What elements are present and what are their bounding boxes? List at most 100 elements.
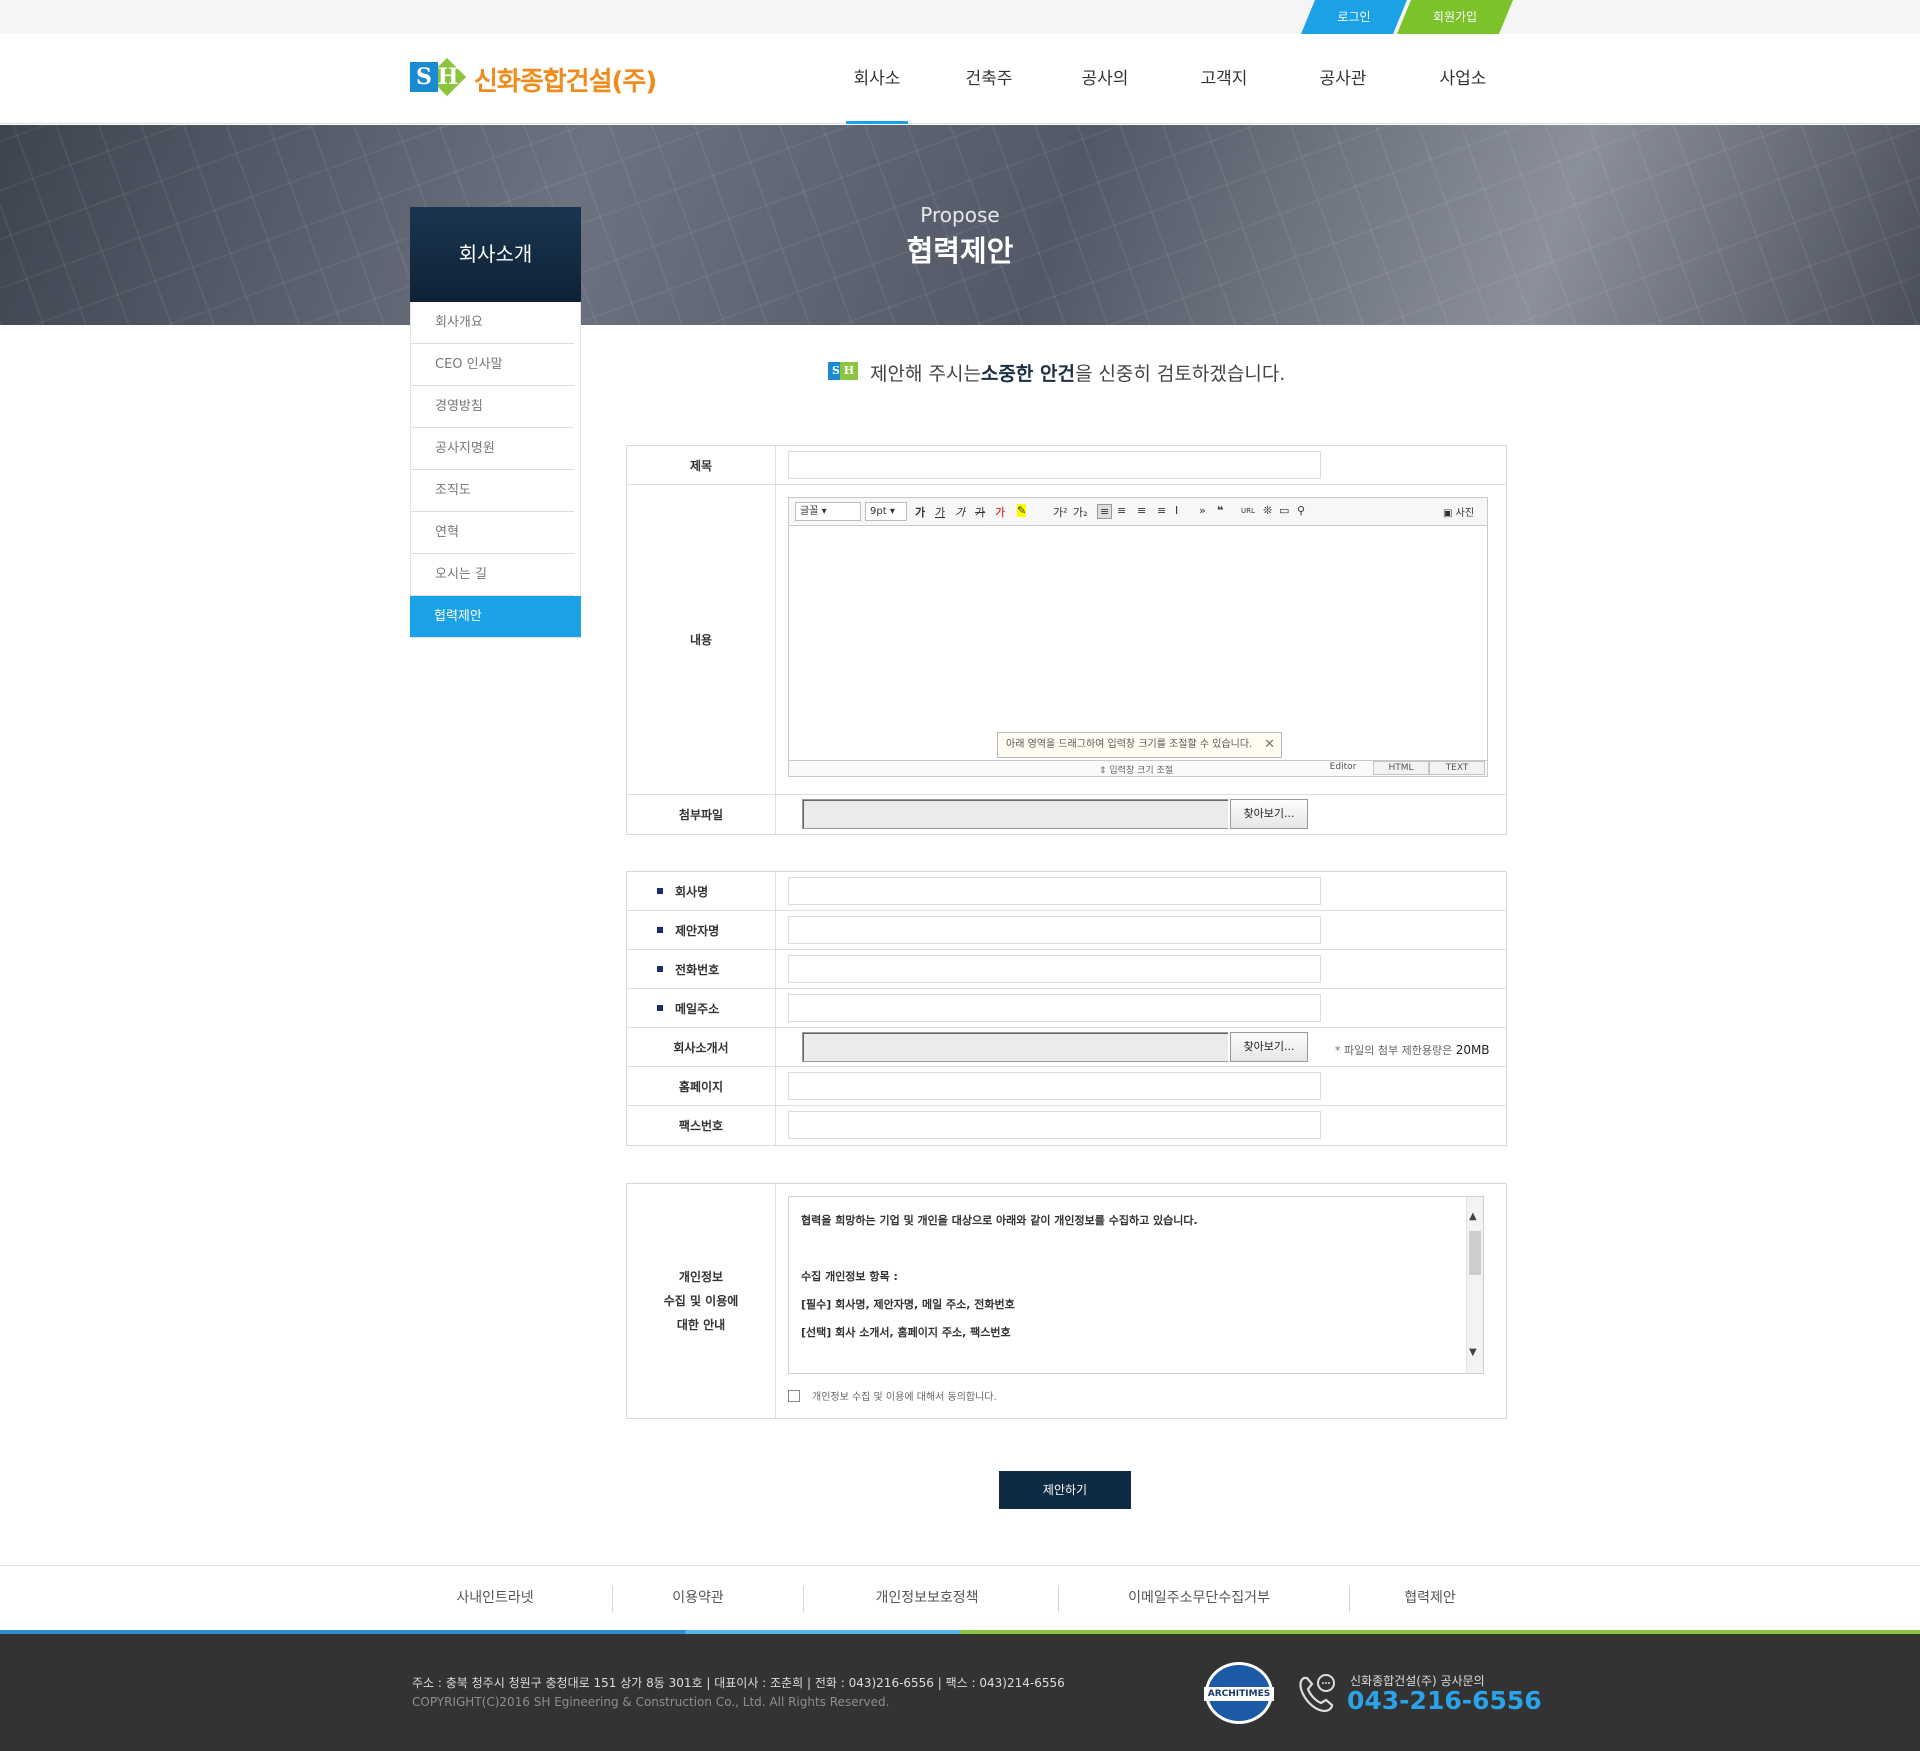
content-label: 내용 <box>627 485 776 794</box>
proposer-input[interactable] <box>788 916 1321 944</box>
title-input[interactable] <box>788 451 1321 479</box>
privacy-agree-checkbox[interactable] <box>788 1389 800 1402</box>
nav-business[interactable]: 사업소개 <box>1432 34 1494 179</box>
special-char-icon[interactable]: ❊ <box>1263 504 1272 517</box>
privacy-scrollbar[interactable]: ▲ ▼ <box>1466 1197 1483 1373</box>
email-input[interactable] <box>788 994 1321 1022</box>
attach-file-input[interactable] <box>802 799 1228 829</box>
site-footer <box>0 1634 1920 1751</box>
phone-icon <box>1294 1670 1340 1716</box>
top-utility-bar <box>0 0 1920 34</box>
align-right-icon[interactable]: ≡ <box>1137 504 1146 517</box>
banner-subtitle: Propose <box>920 203 1000 227</box>
privacy-agree[interactable]: 개인정보 수집 및 이용에 대해서 동의합니다. <box>788 1388 997 1403</box>
resize-tooltip: 아래 영역을 드래그하여 입력창 크기를 조절할 수 있습니다. ✕ <box>997 732 1282 758</box>
fax-label: 팩스번호 <box>627 1106 776 1145</box>
logo-text: 신화종합건설(주) <box>474 66 657 97</box>
privacy-text-box[interactable]: 협력을 희망하는 기업 및 개인을 대상으로 아래와 같이 개인정보를 수집하고… <box>788 1196 1484 1374</box>
footer-link-intranet[interactable]: 사내인트라넷 <box>440 1566 550 1630</box>
company-input[interactable] <box>788 877 1321 905</box>
footer-links: 사내인트라넷 이용약관 개인정보보호정책 이메일주소무단수집거부 협력제안 <box>0 1565 1920 1632</box>
bold-icon[interactable]: 가 <box>915 504 925 520</box>
intro-doc-browse-button[interactable]: 찾아보기... <box>1230 1032 1308 1062</box>
footer-copyright: COPYRIGHT(C)2016 SH Egineering & Constru… <box>412 1695 890 1709</box>
sidebar-item-proposal[interactable]: 협력제안 <box>410 596 581 637</box>
align-left-icon[interactable]: ≡ <box>1097 504 1113 519</box>
strike-icon[interactable]: 가 <box>975 504 985 520</box>
link-icon[interactable]: URL <box>1241 507 1255 515</box>
intro-doc-label: 회사소개서 <box>627 1028 776 1066</box>
privacy-agree-label: 개인정보 수집 및 이용에 대해서 동의합니다. <box>812 1392 997 1403</box>
resize-handle[interactable]: ⇕ 입력창 크기 조절 Editor HTML TEXT <box>789 760 1487 776</box>
cs-phone-number: 043-216-6556 <box>1347 1686 1542 1715</box>
font-family-select[interactable]: 글꼴 ▾ <box>795 502 861 521</box>
attach-browse-button[interactable]: 찾아보기... <box>1230 799 1308 829</box>
line-height-icon[interactable]: I <box>1175 504 1178 517</box>
homepage-input[interactable] <box>788 1072 1321 1100</box>
align-justify-icon[interactable]: ≡ <box>1157 504 1166 517</box>
mode-editor[interactable]: Editor <box>1315 761 1371 775</box>
intro-message: SH 제안해 주시는 소중한 안건 을 신중히 검토하겠습니다. <box>828 358 1285 386</box>
table-icon[interactable]: ▭ <box>1279 504 1289 517</box>
proposal-form-contact: 회사명 제안자명 전화번호 메일주소 회사소개서 찾아보기... * 파일의 첨… <box>626 871 1507 1146</box>
editor-toolbar: 글꼴 ▾ 9pt ▾ 가 가 가 가 가 ✎ 가² 가₂ ≡ ≡ ≡ ≡ I »… <box>789 498 1487 526</box>
proposal-form-main: 제목 내용 글꼴 ▾ 9pt ▾ 가 가 가 가 가 ✎ 가² 가₂ ≡ ≡ ≡… <box>626 445 1507 835</box>
font-color-icon[interactable]: 가 <box>995 504 1005 520</box>
phone-label: 전화번호 <box>627 950 776 988</box>
nav-management[interactable]: 공사관리 <box>1312 34 1374 179</box>
highlight-icon[interactable]: ✎ <box>1017 504 1027 517</box>
mode-text[interactable]: TEXT <box>1429 761 1485 775</box>
sidebar-item-organization[interactable]: 조직도 <box>411 470 574 512</box>
font-size-select[interactable]: 9pt ▾ <box>865 502 907 521</box>
sidebar-item-designation[interactable]: 공사지명원 <box>411 428 574 470</box>
photo-button[interactable]: ▣ 사진 <box>1443 504 1474 519</box>
find-icon[interactable]: ⚲ <box>1297 504 1305 517</box>
logo-mark-icon: S H <box>410 56 470 102</box>
align-center-icon[interactable]: ≡ <box>1117 504 1126 517</box>
proposer-label: 제안자명 <box>627 911 776 949</box>
intro-doc-file-input[interactable] <box>802 1032 1228 1062</box>
nav-support[interactable]: 고객지원 <box>1193 34 1255 179</box>
privacy-section: 개인정보 수집 및 이용에 대한 안내 협력을 희망하는 기업 및 개인을 대상… <box>626 1183 1507 1419</box>
close-icon[interactable]: ✕ <box>1264 733 1275 757</box>
homepage-label: 홈페이지 <box>627 1067 776 1105</box>
underline-icon[interactable]: 가 <box>935 504 945 520</box>
scroll-down-icon[interactable]: ▼ <box>1469 1339 1477 1367</box>
rich-text-editor[interactable]: 글꼴 ▾ 9pt ▾ 가 가 가 가 가 ✎ 가² 가₂ ≡ ≡ ≡ ≡ I »… <box>788 497 1488 777</box>
subscript-icon[interactable]: 가₂ <box>1073 504 1088 520</box>
more-icon[interactable]: » <box>1199 504 1206 517</box>
footer-link-terms[interactable]: 이용약관 <box>650 1566 746 1630</box>
fax-input[interactable] <box>788 1111 1321 1139</box>
sidebar-item-overview[interactable]: 회사개요 <box>411 302 574 344</box>
site-logo[interactable]: S H 신화종합건설(주) <box>410 56 657 102</box>
superscript-icon[interactable]: 가² <box>1053 504 1068 520</box>
sidebar-item-history[interactable]: 연혁 <box>411 512 574 554</box>
join-link[interactable]: 회원가입 <box>1397 0 1513 34</box>
scroll-up-icon[interactable]: ▲ <box>1469 1203 1477 1231</box>
scroll-thumb[interactable] <box>1469 1231 1481 1275</box>
login-link[interactable]: 로그인 <box>1301 0 1407 34</box>
footer-link-proposal[interactable]: 협력제안 <box>1390 1566 1470 1630</box>
sidebar-item-location[interactable]: 오시는 길 <box>411 554 574 596</box>
italic-icon[interactable]: 가 <box>955 504 965 520</box>
logo-small-icon: SH <box>828 360 860 384</box>
title-label: 제목 <box>627 446 776 484</box>
nav-company[interactable]: 회사소개 <box>846 34 908 179</box>
sidebar-item-policy[interactable]: 경영방침 <box>411 386 574 428</box>
site-header <box>0 34 1920 124</box>
nav-owner[interactable]: 건축주 <box>963 34 1015 124</box>
certification-badge-icon: ARCHITIMES <box>1204 1662 1274 1724</box>
phone-input[interactable] <box>788 955 1321 983</box>
privacy-label: 개인정보 수집 및 이용에 대한 안내 <box>627 1184 776 1418</box>
page-title: 협력제안 <box>906 234 1014 268</box>
sidebar-menu: 회사개요 CEO 인사말 경영방침 공사지명원 조직도 연혁 오시는 길 협력제… <box>410 302 581 638</box>
submit-button[interactable]: 제안하기 <box>999 1471 1131 1509</box>
footer-link-email-refusal[interactable]: 이메일주소무단수집거부 <box>1120 1566 1278 1630</box>
sidebar-item-ceo[interactable]: CEO 인사말 <box>411 344 574 386</box>
nav-request[interactable]: 공사의뢰 <box>1074 34 1136 179</box>
company-label: 회사명 <box>627 872 776 910</box>
quote-icon[interactable]: ❝ <box>1217 504 1223 517</box>
mode-html[interactable]: HTML <box>1373 761 1429 775</box>
footer-link-privacy[interactable]: 개인정보보호정책 <box>860 1566 994 1630</box>
file-size-note: * 파일의 첨부 제한용량은 20MB <box>1335 1043 1490 1057</box>
